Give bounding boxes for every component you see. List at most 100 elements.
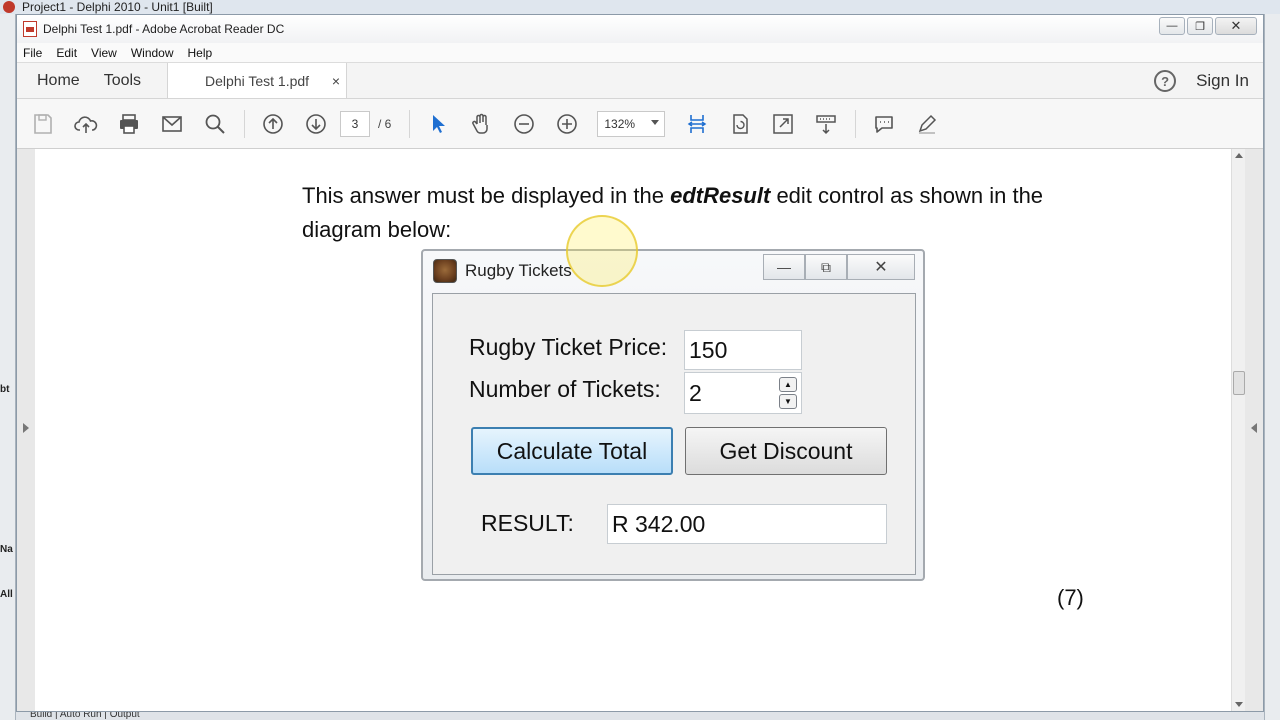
hand-icon (472, 113, 489, 134)
form-title-bar: Rugby Tickets — ⧉ ✕ (423, 251, 923, 291)
arrow-down-circle-icon (306, 113, 326, 134)
menu-edit[interactable]: Edit (56, 46, 77, 60)
rotate-view-button[interactable] (722, 106, 758, 142)
help-icon[interactable]: ? (1154, 70, 1177, 92)
ide-left-panel: bt Na All (0, 14, 16, 720)
plus-circle-icon (557, 113, 578, 134)
ide-side-text: Na (0, 544, 13, 555)
toolbar-separator (244, 109, 245, 138)
rugby-tickets-form-diagram: Rugby Tickets — ⧉ ✕ Rugby Ticket Price: … (421, 249, 925, 581)
result-label: RESULT: (481, 510, 574, 536)
scroll-up-icon[interactable] (1235, 153, 1243, 158)
form-client-area: Rugby Ticket Price: 150 Number of Ticket… (432, 293, 916, 575)
menu-view[interactable]: View (91, 46, 117, 60)
tab-tools[interactable]: Tools (92, 63, 153, 98)
toolbar-separator (855, 109, 857, 138)
printer-icon (120, 113, 138, 134)
scroll-thumb[interactable] (1233, 371, 1245, 395)
ide-side-text: All (0, 589, 13, 600)
menu-file[interactable]: File (23, 46, 42, 60)
comment-button[interactable] (866, 106, 902, 142)
ide-title: Project1 - Delphi 2010 - Unit1 [Built] (22, 0, 213, 14)
menu-help[interactable]: Help (188, 46, 213, 60)
zoom-select[interactable]: 132% (597, 110, 666, 137)
paragraph-text: This answer must be displayed in the (302, 183, 671, 208)
previous-page-button[interactable] (255, 106, 291, 142)
menu-bar: File Edit View Window Help (17, 43, 1263, 63)
search-button[interactable] (197, 106, 233, 142)
save-icon (34, 113, 52, 134)
form-window-controls: — ⧉ ✕ (763, 254, 915, 280)
tickets-spin-edit: 2 ▲ ▼ (684, 372, 802, 414)
page-number-input[interactable]: 3 (340, 110, 370, 137)
scroll-icon (816, 114, 837, 134)
document-viewport[interactable]: This answer must be displayed in the edt… (17, 149, 1263, 711)
spin-down-icon: ▼ (779, 394, 797, 409)
print-button[interactable] (111, 106, 147, 142)
form-close-button: ✕ (847, 254, 915, 280)
form-minimize-button: — (763, 254, 805, 280)
page-total: / 6 (378, 116, 392, 131)
save-button[interactable] (25, 106, 61, 142)
sign-in-link[interactable]: Sign In (1196, 71, 1249, 91)
acrobat-window: Delphi Test 1.pdf - Adobe Acrobat Reader… (16, 14, 1264, 712)
fit-width-icon (687, 114, 707, 133)
next-page-button[interactable] (298, 106, 334, 142)
marks-label: (7) (1057, 585, 1084, 610)
toolbar-separator (409, 109, 411, 138)
price-label: Rugby Ticket Price: (469, 334, 668, 360)
scroll-mode-button[interactable] (808, 106, 844, 142)
tab-bar: Home Tools Delphi Test 1.pdf × ? Sign In (17, 63, 1263, 99)
zoom-in-button[interactable] (549, 106, 585, 142)
hand-tool-button[interactable] (463, 106, 499, 142)
chevron-down-icon (651, 119, 660, 125)
ide-title-bar: Project1 - Delphi 2010 - Unit1 [Built] (0, 0, 1280, 14)
form-title: Rugby Tickets (465, 261, 572, 280)
left-pane-toggle[interactable] (17, 149, 35, 711)
calculate-total-button: Calculate Total (471, 427, 673, 475)
minimize-button[interactable]: — (1159, 17, 1185, 35)
zoom-out-button[interactable] (506, 106, 542, 142)
spin-buttons: ▲ ▼ (779, 377, 797, 409)
paragraph-bold-text: edtResult (670, 183, 771, 208)
restore-button[interactable]: ❐ (1187, 17, 1213, 35)
arrow-up-circle-icon (263, 113, 283, 134)
tab-home[interactable]: Home (17, 63, 92, 98)
tickets-label: Number of Tickets: (469, 376, 661, 402)
vertical-scrollbar[interactable] (1231, 149, 1245, 711)
pen-icon (919, 114, 937, 134)
tab-close-icon[interactable]: × (332, 73, 340, 89)
fit-page-button[interactable] (679, 106, 715, 142)
get-discount-button: Get Discount (685, 427, 887, 475)
pdf-page: This answer must be displayed in the edt… (35, 149, 1231, 711)
price-edit: 150 (684, 330, 802, 370)
minus-circle-icon (514, 113, 535, 134)
expand-left-icon (1251, 423, 1257, 433)
right-pane-toggle[interactable] (1245, 149, 1263, 711)
select-tool-button[interactable] (420, 106, 456, 142)
draw-button[interactable] (909, 106, 945, 142)
menu-window[interactable]: Window (131, 46, 174, 60)
full-screen-button[interactable] (765, 106, 801, 142)
expand-right-icon (23, 423, 29, 433)
pdf-app-icon (23, 21, 37, 37)
toolbar: 3 / 6 132% (17, 99, 1263, 149)
cursor-arrow-icon (433, 114, 446, 133)
scroll-down-icon[interactable] (1235, 702, 1243, 707)
spin-up-icon: ▲ (779, 377, 797, 392)
zoom-value: 132% (604, 116, 636, 131)
window-title-bar[interactable]: Delphi Test 1.pdf - Adobe Acrobat Reader… (17, 15, 1263, 43)
rugby-ball-icon (433, 259, 457, 283)
page-rotate-icon (733, 113, 749, 134)
close-button[interactable]: ✕ (1215, 17, 1257, 35)
tickets-value: 2 (689, 379, 702, 406)
tab-document[interactable]: Delphi Test 1.pdf × (167, 63, 348, 98)
upload-button[interactable] (68, 106, 104, 142)
email-button[interactable] (154, 106, 190, 142)
ide-side-text: bt (0, 384, 10, 395)
window-title: Delphi Test 1.pdf - Adobe Acrobat Reader… (43, 22, 285, 36)
tab-document-label: Delphi Test 1.pdf (205, 72, 310, 89)
result-edit: R 342.00 (607, 504, 887, 544)
window-controls: — ❐ ✕ (1159, 17, 1257, 35)
delphi-app-icon (3, 1, 15, 13)
